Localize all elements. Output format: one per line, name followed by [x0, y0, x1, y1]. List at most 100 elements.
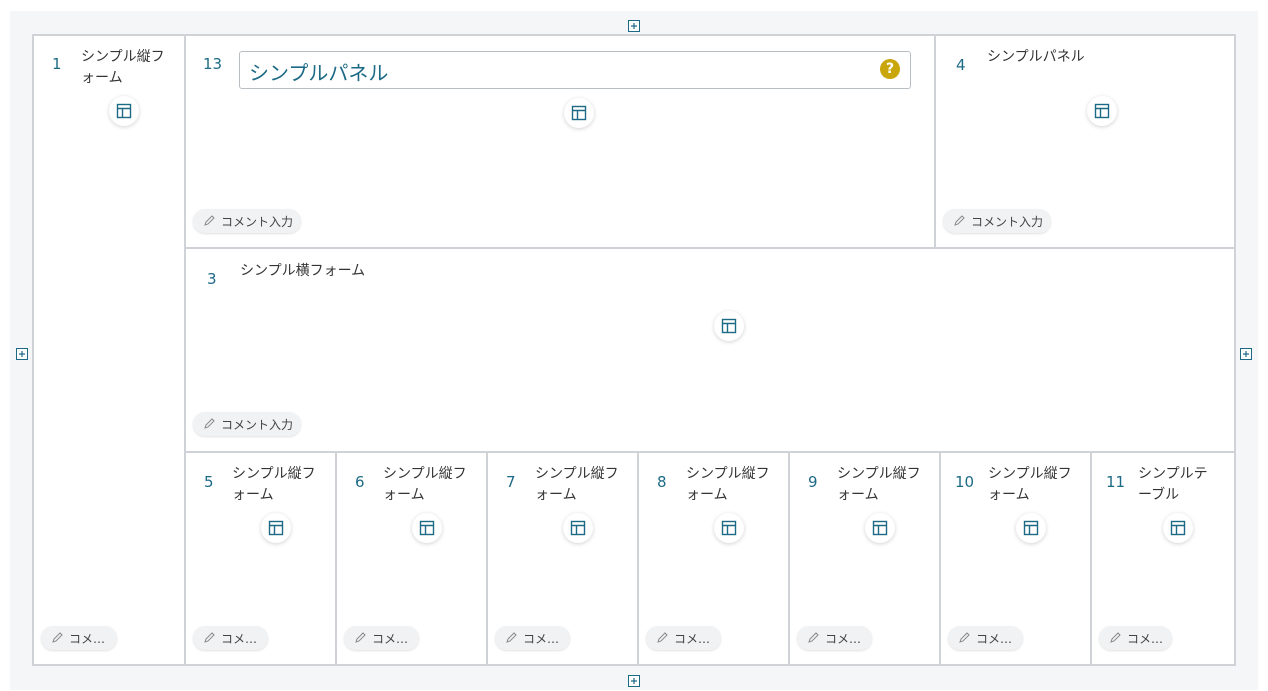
pencil-icon — [51, 632, 63, 644]
layout-icon — [1023, 520, 1039, 536]
divider — [184, 247, 1236, 249]
layout-grid — [32, 34, 1236, 666]
add-square-icon — [16, 348, 28, 360]
cell-number: 4 — [956, 56, 966, 74]
cell-number: 6 — [355, 473, 365, 491]
add-square-icon — [628, 675, 640, 687]
cell-title-line1: シンプル縦フ — [232, 466, 316, 482]
divider — [184, 451, 1236, 453]
comment-button[interactable]: コメ… — [948, 626, 1023, 650]
cell-title-line2: ォーム — [232, 487, 274, 503]
layout-icon — [721, 520, 737, 536]
add-column-left-button[interactable] — [16, 345, 28, 360]
layout-button[interactable] — [261, 513, 291, 543]
divider — [184, 34, 186, 666]
add-row-bottom-button[interactable] — [628, 672, 640, 687]
layout-button[interactable] — [1016, 513, 1046, 543]
comment-button[interactable]: コメント入力 — [193, 209, 301, 233]
comment-button[interactable]: コメ… — [646, 626, 721, 650]
layout-icon — [268, 520, 284, 536]
pencil-icon — [203, 418, 215, 430]
comment-button[interactable]: コメント入力 — [943, 209, 1051, 233]
layout-icon — [872, 520, 888, 536]
layout-icon — [1170, 520, 1186, 536]
cell-title-line1: シンプル縦フ — [535, 466, 619, 482]
comment-label: コメ… — [674, 631, 711, 646]
comment-label: コメ… — [523, 631, 560, 646]
comment-label: コメント入力 — [221, 214, 294, 229]
pencil-icon — [203, 215, 215, 227]
cell-title-line1: シンプル縦フ — [383, 466, 467, 482]
add-square-icon — [1240, 348, 1252, 360]
cell-number: 11 — [1106, 473, 1126, 491]
comment-label: コメ… — [221, 631, 258, 646]
comment-button[interactable]: コメ… — [344, 626, 419, 650]
cell-title-line2: ォーム — [81, 70, 123, 86]
cell-title-line2: ォーム — [837, 487, 879, 503]
add-row-top-button[interactable] — [628, 17, 640, 32]
cell-number: 10 — [955, 473, 975, 491]
divider — [939, 451, 941, 666]
layout-button[interactable] — [563, 513, 593, 543]
pencil-icon — [505, 632, 517, 644]
layout-icon — [570, 520, 586, 536]
comment-button[interactable]: コメ… — [797, 626, 872, 650]
comment-label: コメ… — [976, 631, 1013, 646]
layout-button[interactable] — [564, 98, 594, 128]
cell-title-line1: シンプル縦フ — [837, 466, 921, 482]
comment-label: コメ… — [1127, 631, 1164, 646]
comment-button[interactable]: コメ… — [495, 626, 570, 650]
cell-title-line2: ォーム — [988, 487, 1030, 503]
pencil-icon — [953, 215, 965, 227]
panel-title: シンプルパネル — [249, 61, 389, 85]
cell-title-line1: シンプル縦フ — [988, 466, 1072, 482]
pencil-icon — [203, 632, 215, 644]
layout-button[interactable] — [1087, 96, 1117, 126]
divider — [486, 451, 488, 666]
cell-number: 9 — [808, 473, 818, 491]
divider — [637, 451, 639, 666]
pencil-icon — [958, 632, 970, 644]
layout-button[interactable] — [412, 513, 442, 543]
divider — [934, 34, 936, 249]
comment-button[interactable]: コメ… — [41, 626, 117, 650]
layout-icon — [721, 318, 737, 334]
comment-label: コメ… — [372, 631, 409, 646]
cell-number: 13 — [203, 55, 223, 73]
cell-title-line2: ォーム — [383, 487, 425, 503]
help-icon[interactable]: ? — [880, 59, 900, 79]
layout-button[interactable] — [1163, 513, 1193, 543]
layout-button[interactable] — [109, 96, 139, 126]
cell-title-line1: シンプルテ — [1138, 466, 1208, 482]
comment-label: コメント入力 — [971, 214, 1044, 229]
cell-title-line2: ォーム — [686, 487, 728, 503]
cell-number: 7 — [506, 473, 516, 491]
layout-icon — [1094, 103, 1110, 119]
cell-title-line1: シンプル縦フ — [686, 466, 770, 482]
add-column-right-button[interactable] — [1240, 345, 1252, 360]
panel-title-field[interactable]: シンプルパネル ? — [239, 51, 911, 89]
divider — [1090, 451, 1092, 666]
pencil-icon — [807, 632, 819, 644]
pencil-icon — [354, 632, 366, 644]
layout-button[interactable] — [714, 311, 744, 341]
pencil-icon — [1109, 632, 1121, 644]
comment-button[interactable]: コメ… — [193, 626, 268, 650]
comment-button[interactable]: コメ… — [1099, 626, 1172, 650]
cell-title-line1: シンプル横フォーム — [240, 263, 366, 279]
comment-label: コメ… — [825, 631, 862, 646]
divider — [335, 451, 337, 666]
cell-number: 8 — [657, 473, 667, 491]
comment-button[interactable]: コメント入力 — [193, 412, 301, 436]
comment-label: コメント入力 — [221, 417, 294, 432]
layout-button[interactable] — [714, 513, 744, 543]
cell-title-line1: シンプル縦フ — [81, 49, 165, 65]
add-square-icon — [628, 20, 640, 32]
cell-title-line2: ォーム — [535, 487, 577, 503]
comment-label: コメ… — [69, 631, 106, 646]
cell-title-line2: ーブル — [1138, 487, 1180, 503]
layout-icon — [419, 520, 435, 536]
cell-title-line1: シンプルパネル — [987, 49, 1085, 65]
layout-button[interactable] — [865, 513, 895, 543]
cell-number: 5 — [204, 473, 214, 491]
